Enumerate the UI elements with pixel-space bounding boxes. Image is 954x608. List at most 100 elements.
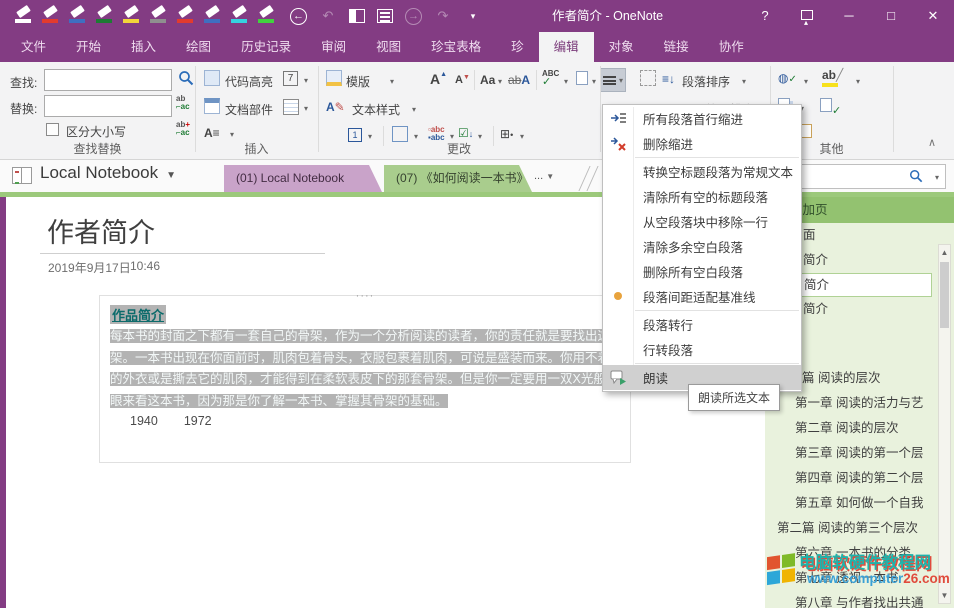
highlight-pen-button[interactable]: ab╱ bbox=[822, 68, 843, 87]
forward-icon[interactable]: → bbox=[405, 8, 422, 25]
page-item[interactable]: 第五章 如何做一个自我 bbox=[765, 491, 954, 516]
pen-icon[interactable] bbox=[203, 6, 222, 26]
note-years[interactable]: 19401972 bbox=[130, 414, 238, 428]
replace-input[interactable] bbox=[44, 95, 172, 117]
tab-协作[interactable]: 协作 bbox=[704, 32, 759, 62]
page-title[interactable]: 作者简介 bbox=[47, 211, 155, 250]
menu-item-删除缩进[interactable]: 删除缩进 bbox=[603, 131, 801, 156]
text-style-button[interactable]: 文本样式 bbox=[352, 101, 400, 118]
qat-customize-icon[interactable]: ▾ bbox=[464, 11, 482, 22]
scroll-down-icon[interactable]: ▼ bbox=[939, 588, 950, 603]
note-heading[interactable]: 作品简介 bbox=[110, 305, 166, 324]
tab-历史记录[interactable]: 历史记录 bbox=[226, 32, 306, 62]
undo-icon[interactable]: ↶ bbox=[319, 8, 337, 24]
az-list-icon[interactable]: A≡ bbox=[204, 126, 220, 140]
fullscreen-button[interactable] bbox=[786, 0, 828, 32]
number-badge-icon[interactable]: 7 bbox=[283, 71, 298, 86]
collapse-ribbon-button[interactable]: ∧ bbox=[928, 136, 936, 149]
page-item[interactable]: 第二篇 阅读的第三个层次 bbox=[765, 516, 954, 541]
new-section-button[interactable] bbox=[578, 166, 604, 191]
pen-icon[interactable] bbox=[230, 6, 249, 26]
menu-item-行转段落[interactable]: 行转段落 bbox=[603, 337, 801, 362]
menu-item-清除多余空白段落[interactable]: 清除多余空白段落 bbox=[603, 234, 801, 259]
section-tab-01[interactable]: (01) Local Notebook bbox=[224, 165, 382, 192]
bullet-format-icon[interactable]: ⊞• bbox=[500, 127, 513, 141]
chevron-down-icon[interactable]: ▾ bbox=[390, 77, 394, 86]
chevron-down-icon[interactable]: ▾ bbox=[304, 76, 308, 85]
chevron-down-icon[interactable]: ▾ bbox=[592, 77, 596, 86]
page-item[interactable]: 第二章 阅读的层次 bbox=[765, 416, 954, 441]
find-input[interactable] bbox=[44, 69, 172, 91]
note-container[interactable]: ···· 作品简介 每本书的封面之下都有一套自己的骨架，作为一个分析阅读的读者，… bbox=[99, 295, 631, 463]
tab-插入[interactable]: 插入 bbox=[116, 32, 171, 62]
pen-icon[interactable] bbox=[14, 6, 33, 26]
scroll-up-icon[interactable]: ▲ bbox=[939, 245, 950, 260]
grow-font-button[interactable]: A▲ bbox=[430, 71, 447, 87]
spell-check-button[interactable]: ABC✓ bbox=[542, 70, 559, 87]
menu-item-转换空标题段落为常规文本[interactable]: 转换空标题段落为常规文本 bbox=[603, 159, 801, 184]
side-panel-icon[interactable] bbox=[349, 9, 365, 23]
case-sensitive-checkbox[interactable] bbox=[46, 123, 59, 136]
calendar-icon[interactable] bbox=[283, 99, 299, 115]
clear-format-button[interactable]: abA bbox=[508, 73, 530, 87]
tab-开始[interactable]: 开始 bbox=[61, 32, 116, 62]
paragraph-sort-button[interactable]: 段落排序 bbox=[682, 73, 730, 90]
page-item[interactable]: 第八章 与作者找出共通 bbox=[765, 591, 954, 608]
tab-珍宝表格[interactable]: 珍宝表格 bbox=[416, 32, 496, 62]
menu-item-从空段落块中移除一行[interactable]: 从空段落块中移除一行 bbox=[603, 209, 801, 234]
pen-icon[interactable] bbox=[257, 6, 276, 26]
format-painter-icon[interactable] bbox=[576, 71, 588, 85]
help-button[interactable]: ? bbox=[744, 0, 786, 32]
page-check-icon[interactable] bbox=[820, 98, 832, 112]
chevron-down-icon[interactable]: ▾ bbox=[935, 173, 939, 182]
chevron-down-icon[interactable]: ▾ bbox=[304, 104, 308, 113]
pen-icon[interactable] bbox=[41, 6, 60, 26]
tab-视图[interactable]: 视图 bbox=[361, 32, 416, 62]
pen-icon[interactable] bbox=[149, 6, 168, 26]
replace-all-icon[interactable]: ab+⌐ac bbox=[176, 121, 190, 137]
search-icon[interactable] bbox=[178, 70, 194, 86]
container-icon[interactable] bbox=[640, 70, 656, 86]
checkbox-move-icon[interactable]: ☑↓ bbox=[458, 126, 473, 140]
page-item[interactable]: 第三章 阅读的第一个层 bbox=[765, 441, 954, 466]
menu-item-段落间距适配基准线[interactable]: 段落间距适配基准线 bbox=[603, 284, 801, 309]
page-item[interactable]: 第四章 阅读的第二个层 bbox=[765, 466, 954, 491]
more-sections-button[interactable]: ... ▼ bbox=[534, 170, 554, 182]
page-item[interactable]: 第一章 阅读的活力与艺 bbox=[765, 391, 954, 416]
template-button[interactable]: 模版 bbox=[346, 73, 370, 90]
chevron-down-icon[interactable]: ▾ bbox=[230, 130, 234, 139]
pen-icon[interactable] bbox=[176, 6, 195, 26]
tab-珍[interactable]: 珍 bbox=[496, 32, 539, 62]
document-parts-button[interactable]: 文档部件 bbox=[225, 101, 273, 118]
tab-审阅[interactable]: 审阅 bbox=[306, 32, 361, 62]
chevron-down-icon[interactable]: ▾ bbox=[564, 77, 568, 86]
menu-item-删除所有空白段落[interactable]: 删除所有空白段落 bbox=[603, 259, 801, 284]
chevron-down-icon[interactable]: ▾ bbox=[804, 77, 808, 86]
notebook-dropdown[interactable]: Local Notebook▼ bbox=[40, 163, 176, 183]
chevron-down-icon[interactable]: ▾ bbox=[498, 77, 502, 86]
page-list-icon[interactable] bbox=[377, 9, 393, 23]
tab-链接[interactable]: 链接 bbox=[649, 32, 704, 62]
tab-编辑[interactable]: 编辑 bbox=[539, 32, 594, 62]
pen-icon[interactable] bbox=[122, 6, 141, 26]
paragraph-menu-button[interactable]: ▾ bbox=[600, 68, 626, 92]
maximize-button[interactable]: □ bbox=[870, 0, 912, 32]
tab-对象[interactable]: 对象 bbox=[594, 32, 649, 62]
pen-icon[interactable] bbox=[95, 6, 114, 26]
replace-icon[interactable]: ab⌐ac bbox=[176, 95, 190, 111]
chevron-down-icon[interactable]: ▾ bbox=[742, 77, 746, 86]
container-move-handle[interactable]: ···· bbox=[356, 290, 375, 302]
close-button[interactable]: ✕ bbox=[912, 0, 954, 32]
change-case-button[interactable]: Aa bbox=[480, 73, 495, 87]
menu-item-清除所有空的标题段落[interactable]: 清除所有空的标题段落 bbox=[603, 184, 801, 209]
minimize-button[interactable]: ─ bbox=[828, 0, 870, 32]
shrink-font-button[interactable]: A▼ bbox=[455, 74, 470, 86]
chevron-down-icon[interactable]: ▾ bbox=[412, 105, 416, 114]
note-text[interactable]: 每本书的封面之下都有一套自己的骨架，作为一个分析阅读的读者，你的责任就是要找出这… bbox=[110, 326, 626, 412]
scrollbar-thumb[interactable] bbox=[940, 262, 949, 328]
chevron-down-icon[interactable]: ▾ bbox=[856, 77, 860, 86]
tab-绘图[interactable]: 绘图 bbox=[171, 32, 226, 62]
menu-item-所有段落首行缩进[interactable]: 所有段落首行缩进 bbox=[603, 106, 801, 131]
back-icon[interactable]: ← bbox=[290, 8, 307, 25]
redo-icon[interactable]: ↷ bbox=[434, 8, 452, 24]
